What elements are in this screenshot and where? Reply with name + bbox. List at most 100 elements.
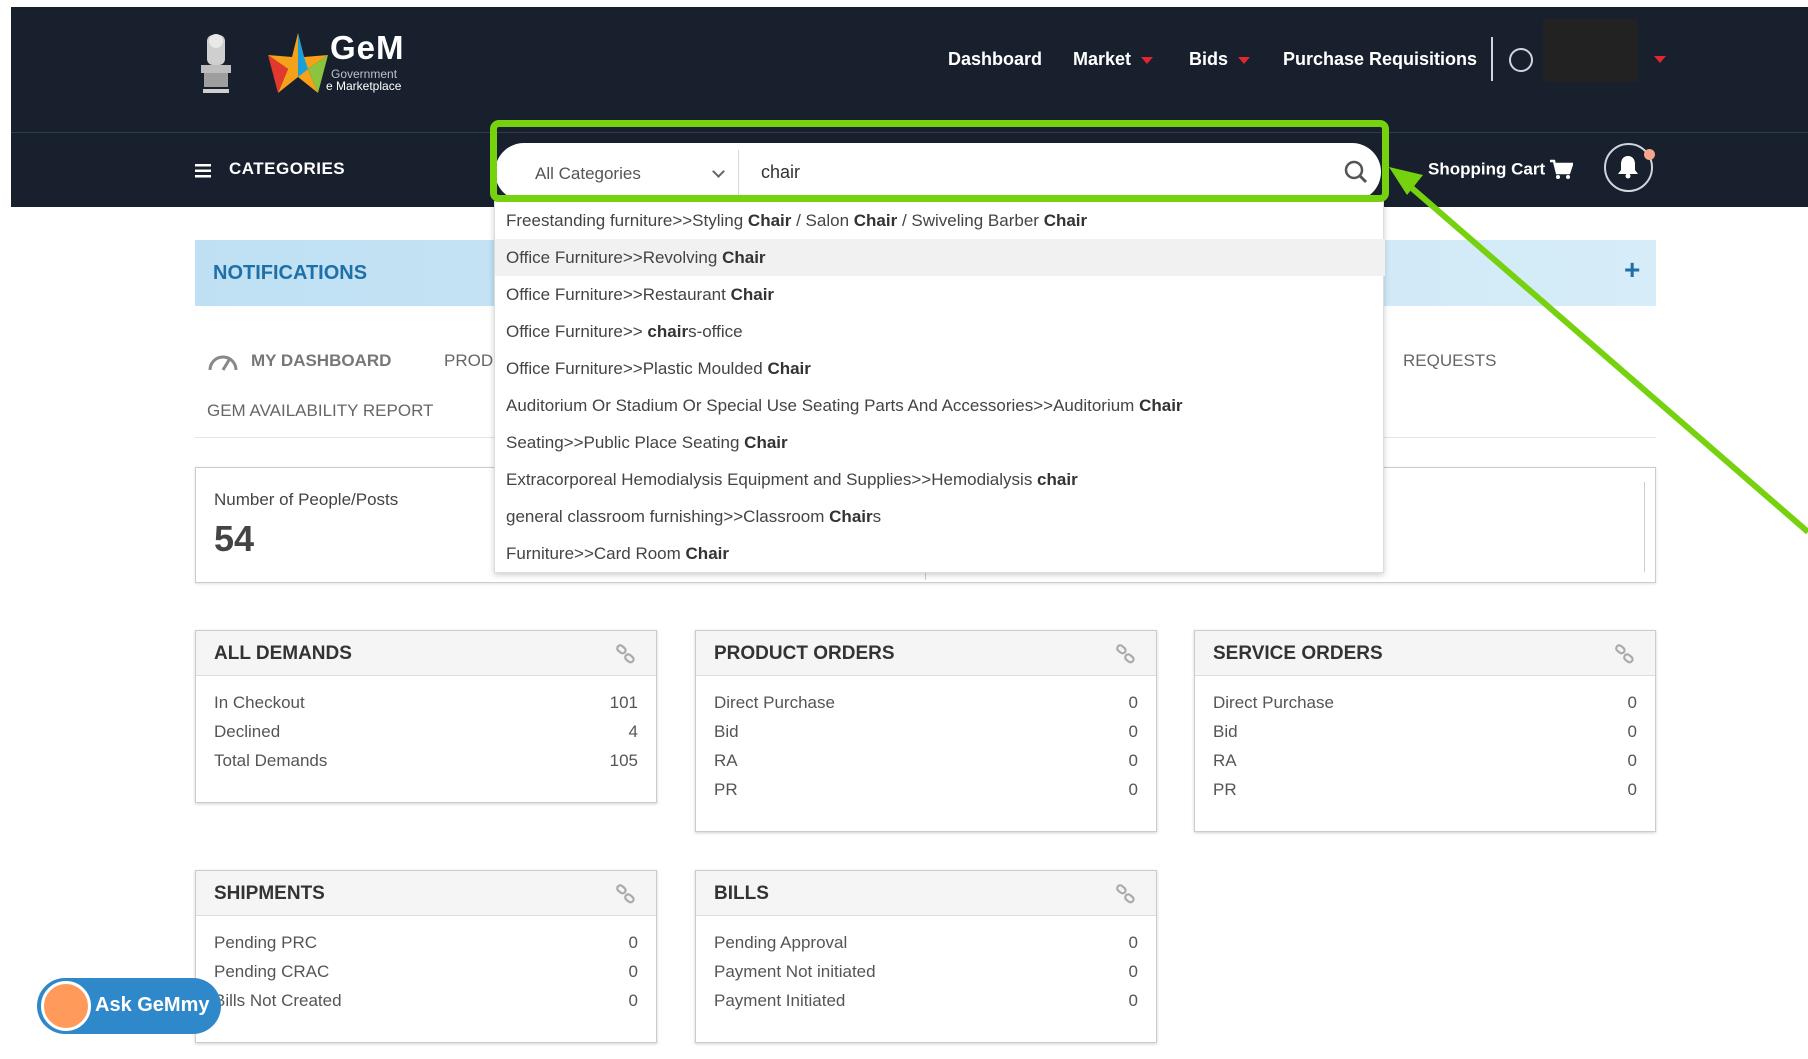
card-title: BILLS (714, 883, 769, 904)
row-value: 0 (1128, 933, 1138, 952)
link-icon[interactable] (614, 883, 638, 905)
suggestion-text: Extracorporeal Hemodialysis Equipment an… (506, 470, 1038, 489)
card-row[interactable]: Declined 4 (196, 717, 656, 746)
link-icon[interactable] (1613, 643, 1637, 665)
card-header: ALL DEMANDS (196, 631, 656, 676)
national-emblem-icon (201, 34, 231, 93)
card-row[interactable]: Bid 0 (1195, 717, 1655, 746)
card-row[interactable]: Direct Purchase 0 (696, 688, 1156, 717)
card-row[interactable]: Total Demands 105 (196, 746, 656, 775)
speedometer-icon (208, 355, 238, 371)
tab-gem-availability-report[interactable]: GEM AVAILABILITY REPORT (207, 401, 433, 421)
row-value: 0 (1128, 962, 1138, 981)
search-suggestions-dropdown: Freestanding furniture>>Styling Chair / … (494, 201, 1385, 573)
nav-purchase-requisitions[interactable]: Purchase Requisitions (1283, 49, 1477, 70)
nav-dashboard[interactable]: Dashboard (948, 49, 1042, 70)
card-row[interactable]: In Checkout 101 (196, 688, 656, 717)
search-input[interactable] (761, 155, 1321, 189)
suggestion-item[interactable]: Office Furniture>>Plastic Moulded Chair (495, 350, 1385, 387)
suggestion-item[interactable]: Seating>>Public Place Seating Chair (495, 424, 1385, 461)
row-label: Pending Approval (714, 933, 848, 952)
row-value: 0 (1128, 693, 1138, 712)
chevron-down-icon (712, 165, 725, 178)
suggestion-item[interactable]: Extracorporeal Hemodialysis Equipment an… (495, 461, 1385, 498)
suggestion-text: s (872, 507, 882, 526)
expand-plus-icon[interactable]: + (1624, 254, 1640, 286)
suggestion-item[interactable]: Office Furniture>>Revolving Chair (495, 239, 1385, 276)
card-row[interactable]: Pending CRAC 0 (196, 957, 656, 986)
suggestion-text: / Salon (791, 211, 854, 230)
suggestion-item[interactable]: general classroom furnishing>>Classroom … (495, 498, 1385, 535)
card-row[interactable]: Payment Not initiated 0 (696, 957, 1156, 986)
gem-star-logo-icon (268, 33, 328, 93)
suggestion-match: Chair (853, 211, 898, 230)
nav-market[interactable]: Market (1073, 49, 1154, 70)
card-all-demands: ALL DEMANDS In Checkout 101 Declined 4 Total … (195, 630, 657, 803)
row-value: 0 (1627, 693, 1637, 712)
categories-menu[interactable]: CATEGORIES (229, 159, 345, 179)
tab-requests[interactable]: REQUESTS (1403, 351, 1497, 371)
suggestion-item[interactable]: Office Furniture>>Restaurant Chair (495, 276, 1385, 313)
row-value: 0 (1627, 780, 1637, 799)
card-row[interactable]: Direct Purchase 0 (1195, 688, 1655, 717)
row-value: 0 (1128, 991, 1138, 1010)
link-icon[interactable] (1114, 883, 1138, 905)
suggestion-match: Chair (747, 211, 792, 230)
suggestion-item[interactable]: Freestanding furniture>>Styling Chair / … (495, 202, 1385, 239)
tab-products[interactable]: PROD (444, 351, 493, 371)
notifications-title: NOTIFICATIONS (213, 262, 368, 284)
nav-bids[interactable]: Bids (1189, 49, 1251, 70)
card-title: SHIPMENTS (214, 883, 325, 904)
card-row[interactable]: Payment Initiated 0 (696, 986, 1156, 1015)
card-row[interactable]: Pending PRC 0 (196, 928, 656, 957)
card-row[interactable]: RA 0 (696, 746, 1156, 775)
search-icon[interactable] (1337, 154, 1377, 190)
suggestion-text: Auditorium Or Stadium Or Special Use Sea… (506, 396, 1140, 415)
row-value: 0 (628, 962, 638, 981)
suggestion-match: chair (647, 322, 689, 341)
gem-logo-title: GeM (330, 29, 405, 66)
link-icon[interactable] (614, 643, 638, 665)
gemmy-avatar-icon (41, 981, 91, 1031)
suggestion-item[interactable]: Furniture>>Card Room Chair (495, 535, 1385, 572)
screenshot-frame: GeM Government e Marketplace Dashboard M… (0, 0, 1808, 1059)
row-label: RA (714, 751, 738, 770)
top-header: GeM Government e Marketplace Dashboard M… (11, 7, 1808, 132)
user-icon[interactable] (1509, 48, 1533, 72)
suggestion-match: Chair (1043, 211, 1088, 230)
row-label: PR (1213, 780, 1237, 799)
card-header: SERVICE ORDERS (1195, 631, 1655, 676)
gem-logo-subtitle-2: e Marketplace (326, 79, 402, 93)
user-menu-caret-icon[interactable] (1654, 56, 1666, 63)
card-row[interactable]: PR 0 (696, 775, 1156, 804)
card-row[interactable]: Bid 0 (696, 717, 1156, 746)
link-icon[interactable] (1114, 643, 1138, 665)
row-value: 105 (609, 751, 638, 770)
card-header: BILLS (696, 871, 1156, 916)
caret-down-icon (1238, 56, 1251, 64)
row-label: RA (1213, 751, 1237, 770)
suggestion-text: Freestanding furniture>>Styling (506, 211, 748, 230)
card-header: PRODUCT ORDERS (696, 631, 1156, 676)
row-value: 101 (609, 693, 638, 712)
hamburger-icon[interactable] (195, 164, 211, 178)
row-label: In Checkout (214, 693, 305, 712)
suggestion-item[interactable]: Auditorium Or Stadium Or Special Use Sea… (495, 387, 1385, 424)
card-row[interactable]: RA 0 (1195, 746, 1655, 775)
cart-icon (1550, 159, 1574, 179)
suggestion-text: Office Furniture>> (506, 322, 648, 341)
card-row[interactable]: PR 0 (1195, 775, 1655, 804)
card-header: SHIPMENTS (196, 871, 656, 916)
row-label: Declined (214, 722, 281, 741)
tab-my-dashboard[interactable]: MY DASHBOARD (207, 351, 391, 372)
shopping-cart-button[interactable]: Shopping Cart (1428, 159, 1574, 181)
row-label: Direct Purchase (714, 693, 835, 712)
row-value: 0 (1128, 780, 1138, 799)
card-row[interactable]: Bills Not Created 0 (196, 986, 656, 1015)
suggestion-item[interactable]: Office Furniture>> chairs-office (495, 313, 1385, 350)
card-title: PRODUCT ORDERS (714, 643, 895, 664)
row-label: Pending PRC (214, 933, 318, 952)
category-select[interactable]: All Categories (511, 150, 739, 195)
category-select-value: All Categories (535, 164, 641, 183)
card-row[interactable]: Pending Approval 0 (696, 928, 1156, 957)
